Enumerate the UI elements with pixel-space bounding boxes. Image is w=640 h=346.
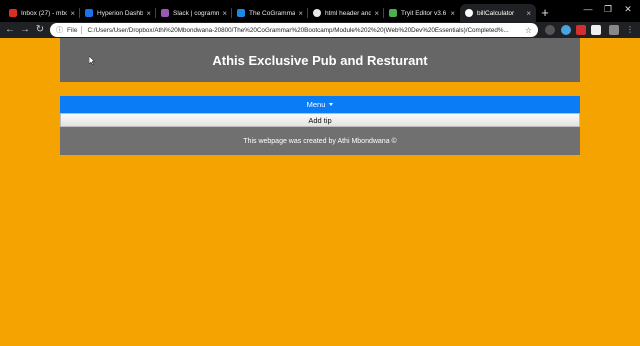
add-tip-label: Add tip [308,115,332,125]
tab-billcalculator[interactable]: billCalculator × [460,4,536,22]
restore-icon[interactable]: ❐ [598,4,618,15]
address-bar[interactable]: ⓘ File C:/Users/User/Dropbox/Athi%20Mbon… [50,23,538,37]
close-icon[interactable]: × [146,9,151,18]
media-icon[interactable] [609,25,619,35]
tab-html-header[interactable]: html header and fo × [308,4,384,22]
footer-text: This webpage was created by Athi Mbondwa… [243,137,397,145]
slack-icon [161,9,169,17]
file-label: File [67,26,78,34]
github-extension-icon[interactable] [545,25,555,35]
shield-extension-icon[interactable] [591,25,601,35]
page-footer: This webpage was created by Athi Mbondwa… [60,127,580,155]
address-divider [81,26,83,34]
close-icon[interactable]: × [222,9,227,18]
mouse-cursor-icon [89,56,95,65]
tab-title: Slack | cogramma [173,9,220,17]
tab-hyperion[interactable]: Hyperion Dashboar × [80,4,156,22]
forward-icon[interactable]: → [19,24,31,36]
close-icon[interactable]: × [526,9,531,18]
bookmark-star-icon[interactable]: ☆ [525,26,532,35]
globe-icon [465,9,473,17]
close-icon[interactable]: × [450,9,455,18]
close-icon[interactable]: × [70,9,75,18]
page-header: Athis Exclusive Pub and Resturant [60,38,580,82]
menu-dots-icon[interactable]: ⋮ [626,25,634,35]
menu-dropdown-button[interactable]: Menu [60,96,580,113]
add-tip-button[interactable]: Add tip [60,113,580,127]
w3schools-icon [389,9,397,17]
browser-tab-bar: Inbox (27) - mbon × Hyperion Dashboar × … [0,0,640,22]
page-title: Athis Exclusive Pub and Resturant [212,52,428,68]
reload-icon[interactable]: ↻ [34,24,46,36]
extension-icon[interactable] [561,25,571,35]
new-tab-button[interactable]: + [538,6,552,20]
caret-down-icon [329,103,334,106]
back-icon[interactable]: ← [4,24,16,36]
tab-title: billCalculator [477,9,515,17]
tab-tryit[interactable]: Tryit Editor v3.6 × [384,4,460,22]
close-icon[interactable]: × [298,9,303,18]
browser-toolbar: ← → ↻ ⓘ File C:/Users/User/Dropbox/Athi%… [0,22,640,38]
window-close-icon[interactable]: ✕ [618,4,638,15]
tab-title: Tryit Editor v3.6 [401,9,447,17]
info-icon[interactable]: ⓘ [56,25,63,35]
menu-label: Menu [306,100,326,109]
tab-title: Inbox (27) - mbon [21,9,68,17]
minimize-icon[interactable]: — [578,4,598,14]
hyperion-icon [85,9,93,17]
tab-title: Hyperion Dashboar [97,9,144,17]
tab-cogrammar[interactable]: The CoGrammar B × [232,4,308,22]
dropbox-icon [237,9,245,17]
url-text[interactable]: C:/Users/User/Dropbox/Athi%20Mbondwana-2… [87,27,520,34]
google-icon [313,9,321,17]
tab-title: The CoGrammar B [249,9,296,17]
tab-title: html header and fo [325,9,372,17]
close-icon[interactable]: × [374,9,379,18]
red-extension-icon[interactable] [576,25,586,35]
tab-inbox[interactable]: Inbox (27) - mbon × [4,4,80,22]
gmail-icon [9,9,17,17]
tab-slack[interactable]: Slack | cogramma × [156,4,232,22]
